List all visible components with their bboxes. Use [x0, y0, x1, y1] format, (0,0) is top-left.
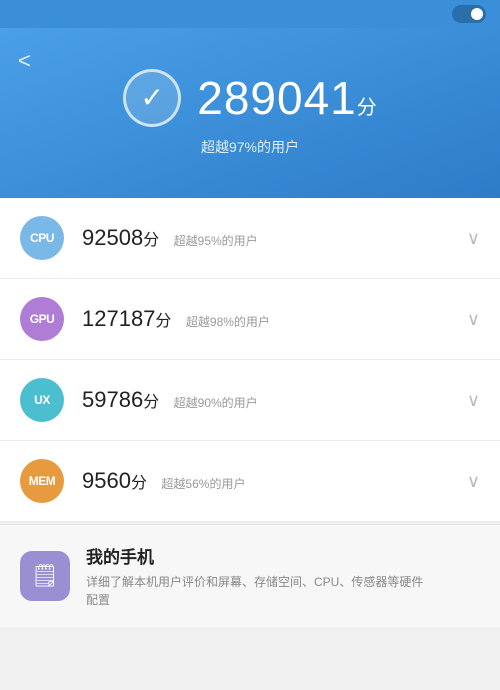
- main-score-wrap: 289041分: [197, 71, 377, 125]
- my-phone-card[interactable]: 🗒 我的手机 详细了解本机用户评价和屏幕、存储空间、CPU、传感器等硬件配置: [0, 524, 500, 627]
- mem-score-value: 9560分: [82, 468, 147, 493]
- ux-score-area: 59786分 超越90%的用户: [82, 387, 459, 413]
- phone-title: 我的手机: [86, 543, 426, 568]
- badge-cpu: CPU: [20, 216, 64, 260]
- hero-subtitle: 超越97%的用户: [201, 137, 299, 157]
- badge-mem: MEM: [20, 459, 64, 503]
- gpu-score-pct: 超越98%的用户: [186, 315, 270, 329]
- phone-info: 我的手机 详细了解本机用户评价和屏幕、存储空间、CPU、传感器等硬件配置: [86, 543, 426, 609]
- main-score: 289041: [197, 72, 357, 124]
- ux-chevron-icon: ∨: [467, 390, 480, 411]
- phone-icon-wrap: 🗒: [20, 551, 70, 601]
- toggle-switch[interactable]: [452, 5, 486, 23]
- mem-score-pct: 超越56%的用户: [161, 477, 245, 491]
- cpu-score-area: 92508分 超越95%的用户: [82, 225, 459, 251]
- list-item-ux[interactable]: UX 59786分 超越90%的用户 ∨: [0, 360, 500, 441]
- phone-desc: 详细了解本机用户评价和屏幕、存储空间、CPU、传感器等硬件配置: [86, 573, 426, 609]
- check-icon: ✓: [141, 84, 164, 112]
- list-item-cpu[interactable]: CPU 92508分 超越95%的用户 ∨: [0, 198, 500, 279]
- list-item-gpu[interactable]: GPU 127187分 超越98%的用户 ∨: [0, 279, 500, 360]
- ux-score-value: 59786分: [82, 387, 159, 412]
- score-row: ✓ 289041分: [123, 69, 377, 127]
- back-arrow[interactable]: <: [18, 48, 31, 74]
- top-bar: [0, 0, 500, 28]
- score-list: CPU 92508分 超越95%的用户 ∨ GPU 127187分 超越98%的…: [0, 198, 500, 522]
- badge-gpu: GPU: [20, 297, 64, 341]
- score-unit: 分: [357, 97, 377, 119]
- hero-section: < ✓ 289041分 超越97%的用户: [0, 28, 500, 198]
- mem-chevron-icon: ∨: [467, 471, 480, 492]
- badge-ux: UX: [20, 378, 64, 422]
- cpu-chevron-icon: ∨: [467, 228, 480, 249]
- cpu-score-value: 92508分: [82, 225, 159, 250]
- ux-score-pct: 超越90%的用户: [174, 396, 258, 410]
- list-item-mem[interactable]: MEM 9560分 超越56%的用户 ∨: [0, 441, 500, 522]
- gpu-score-value: 127187分: [82, 306, 171, 331]
- check-circle: ✓: [123, 69, 181, 127]
- gpu-score-area: 127187分 超越98%的用户: [82, 306, 459, 332]
- phone-doc-icon: 🗒: [31, 563, 59, 589]
- gpu-chevron-icon: ∨: [467, 309, 480, 330]
- cpu-score-pct: 超越95%的用户: [174, 234, 258, 248]
- mem-score-area: 9560分 超越56%的用户: [82, 468, 459, 494]
